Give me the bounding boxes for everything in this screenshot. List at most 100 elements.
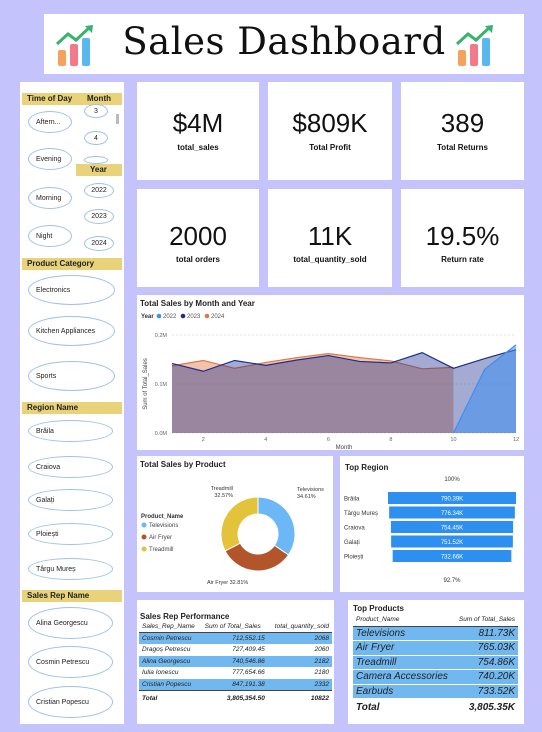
region-option[interactable]: Brăila bbox=[28, 420, 113, 442]
top-products-table[interactable]: Top Products Product_Name Sum of Total_S… bbox=[348, 600, 524, 724]
product-category-option[interactable]: Kitchen Appliances bbox=[28, 316, 115, 346]
table-row[interactable]: Earbuds 733.52K bbox=[353, 684, 518, 699]
legend-label: 2023 bbox=[187, 314, 201, 320]
table-row[interactable]: Treadmill 754.86K bbox=[353, 655, 518, 670]
region-option[interactable]: Galați bbox=[28, 489, 113, 511]
year-title: Year bbox=[76, 164, 122, 176]
kpi-card-total-orders[interactable]: 2000 total orders bbox=[137, 189, 259, 287]
total-quantity: 10822 bbox=[310, 694, 329, 702]
table-title: Sales Rep Performance bbox=[140, 612, 230, 621]
sales-cell: 777,654.66 bbox=[201, 667, 268, 679]
region-option[interactable]: Craiova bbox=[28, 456, 113, 478]
legend-label: Air Fryer bbox=[149, 535, 172, 541]
table-total-row: Total 3,805,354.50 10822 bbox=[139, 690, 332, 706]
product-category-option[interactable]: Sports bbox=[28, 361, 115, 391]
sales-rep-performance-table[interactable]: Sales Rep Performance Sales_Rep_Name Sum… bbox=[137, 600, 334, 724]
table-title: Top Products bbox=[353, 604, 404, 613]
area-chart-svg: Year 2022 2023 2024 0.0M 0.1M 0.2M 2 4 6 8 10 12 Mont… bbox=[141, 313, 519, 450]
sales-cell: 847,191.38 bbox=[201, 678, 268, 690]
kpi-card-total-profit[interactable]: $809K Total Profit bbox=[268, 82, 392, 180]
product-sales-cell: 733.52K bbox=[453, 684, 518, 699]
year-option[interactable]: 2024 bbox=[84, 236, 114, 251]
time-of-day-option[interactable]: Evening bbox=[28, 148, 72, 170]
sales-rep-grid: Sales_Rep_Name Sum of Total_Sales total_… bbox=[139, 621, 332, 706]
y-tick-label: 0.1M bbox=[155, 382, 168, 388]
legend-label: Treadmill bbox=[149, 547, 173, 553]
bar-value-label: 732.66K bbox=[441, 555, 463, 561]
legend-swatch bbox=[180, 313, 186, 319]
sales-rep-option[interactable]: Cristian Popescu bbox=[28, 686, 113, 718]
kpi-card-total-sales[interactable]: $4M total_sales bbox=[137, 82, 259, 180]
donut-label: Televisions bbox=[297, 487, 324, 493]
kpi-value: 11K bbox=[307, 221, 353, 251]
table-row[interactable]: Camera Accessories 740.20K bbox=[353, 669, 518, 685]
region-option[interactable]: Târgu Mureș bbox=[28, 558, 113, 580]
table-row[interactable]: Air Fryer 765.03K bbox=[353, 640, 518, 656]
table-row[interactable]: Dragoș Petrescu 727,409.45 2060 bbox=[139, 644, 332, 656]
legend-title: Product_Name bbox=[141, 514, 184, 520]
x-tick-label: 4 bbox=[264, 437, 267, 443]
bar-chart-trend-icon bbox=[455, 25, 493, 66]
time-of-day-option[interactable]: Night bbox=[28, 225, 72, 247]
region-label: Brăila bbox=[344, 497, 360, 503]
product-category-title: Product Category bbox=[22, 258, 122, 270]
rep-name-cell: Alina Georgescu bbox=[139, 655, 202, 667]
kpi-card-total-returns[interactable]: 389 Total Returns bbox=[401, 82, 524, 180]
kpi-card-return-rate[interactable]: 19.5% Return rate bbox=[401, 189, 524, 287]
table-row[interactable]: Cosmin Petrescu 712,552.15 2068 bbox=[139, 632, 332, 644]
region-option[interactable]: Ploiești bbox=[28, 523, 113, 545]
rep-name-cell: Cristian Popescu bbox=[139, 678, 202, 690]
total-label: Total bbox=[356, 701, 380, 713]
month-option[interactable]: 4 bbox=[84, 131, 108, 145]
table-row[interactable]: Televisions 811.73K bbox=[353, 626, 518, 641]
total-sales: 3,805.35K bbox=[468, 701, 515, 713]
total-label: Total bbox=[142, 694, 158, 702]
product-sales-cell: 754.86K bbox=[453, 655, 518, 670]
quantity-cell: 2180 bbox=[267, 667, 332, 679]
month-option[interactable]: 3 bbox=[84, 104, 108, 118]
sales-by-product-chart[interactable]: Total Sales by Product Televisions 34.61%… bbox=[137, 456, 333, 592]
kpi-card-total-quantity-sold[interactable]: 11K total_quantity_sold bbox=[268, 189, 392, 287]
sales-rep-option[interactable]: Alina Georgescu bbox=[28, 607, 113, 639]
column-header[interactable]: Sum of Total_Sales bbox=[202, 621, 268, 633]
region-label: Galați bbox=[344, 540, 360, 546]
donut-label: 34.61% bbox=[297, 494, 316, 500]
x-tick-label: 10 bbox=[450, 437, 456, 443]
donut-chart-svg: Televisions34.61%Air Fryer 32.81%Treadmi… bbox=[141, 486, 324, 586]
product-sales-cell: 765.03K bbox=[453, 640, 518, 656]
table-row[interactable]: Alina Georgescu 740,546.86 2182 bbox=[139, 655, 332, 667]
x-tick-label: 12 bbox=[513, 437, 519, 443]
kpi-label: Total Returns bbox=[437, 143, 488, 152]
column-header[interactable]: Sales_Rep_Name bbox=[139, 621, 202, 633]
month-option[interactable] bbox=[84, 156, 108, 164]
bar-value-label: 754.45K bbox=[441, 526, 463, 532]
column-header[interactable]: Sum of Total_Sales bbox=[454, 614, 518, 626]
year-option[interactable]: 2023 bbox=[84, 209, 114, 224]
top-region-chart[interactable]: Top Region 100% 790.39K Brăila 776.34K Târgu… bbox=[340, 456, 524, 592]
time-of-day-option[interactable]: Aftern... bbox=[28, 111, 72, 133]
quantity-cell: 2068 bbox=[267, 632, 332, 644]
column-header[interactable]: Product_Name bbox=[353, 614, 454, 626]
column-header[interactable]: total_quantity_sold bbox=[268, 621, 332, 633]
rep-name-cell: Cosmin Petrescu bbox=[139, 632, 202, 644]
filter-sidebar: Time of Day Month Aftern... Evening Morn… bbox=[20, 82, 124, 724]
kpi-label: Return rate bbox=[441, 255, 484, 264]
region-label: Ploiești bbox=[344, 555, 363, 561]
product-category-option[interactable]: Electronics bbox=[28, 275, 115, 305]
kpi-label: total_sales bbox=[177, 143, 219, 152]
table-row[interactable]: Iulia Ionescu 777,654.66 2180 bbox=[139, 667, 332, 679]
quantity-cell: 2182 bbox=[267, 655, 332, 667]
month-scrollbar[interactable] bbox=[116, 114, 119, 124]
table-row[interactable]: Cristian Popescu 847,191.38 2332 bbox=[139, 678, 332, 690]
sales-cell: 727,409.45 bbox=[201, 644, 268, 656]
year-option[interactable]: 2022 bbox=[84, 183, 114, 198]
sales-rep-option[interactable]: Cosmin Petrescu bbox=[28, 646, 113, 678]
time-of-day-header: Time of Day Month bbox=[22, 93, 122, 105]
x-tick-label: 2 bbox=[202, 437, 205, 443]
legend-swatch bbox=[141, 534, 147, 540]
sales-by-month-chart[interactable]: Total Sales by Month and Year Year 2022 20… bbox=[137, 295, 524, 450]
product-sales-cell: 740.20K bbox=[453, 669, 518, 685]
top-products-grid: Product_Name Sum of Total_Sales Televisi… bbox=[353, 614, 518, 716]
legend-title: Year bbox=[141, 314, 154, 320]
time-of-day-option[interactable]: Morning bbox=[28, 187, 72, 209]
